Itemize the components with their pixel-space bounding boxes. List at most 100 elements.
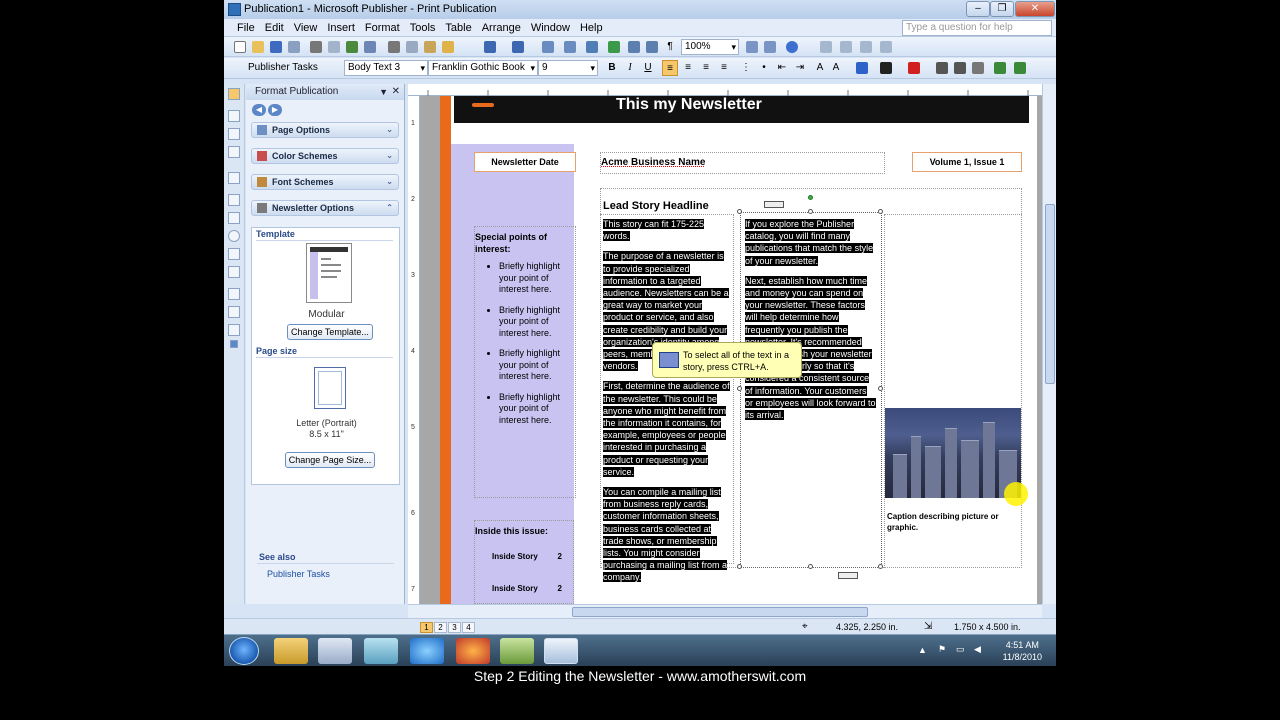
picture-tool-icon[interactable] [228,172,240,184]
business-name[interactable]: Acme Business Name [600,153,884,173]
hot-spot-tool-icon[interactable] [228,288,240,300]
story-column-1[interactable]: This story can fit 175-225 words. The pu… [603,218,733,592]
back-icon[interactable]: ◀ [252,104,266,116]
print-preview-icon[interactable] [328,41,340,53]
menu-insert[interactable]: Insert [322,19,360,37]
hyperlink-icon[interactable] [608,41,620,53]
minimize-button[interactable]: – [966,1,990,17]
firefox-icon[interactable] [456,638,490,664]
page-button-4[interactable]: 4 [462,622,475,633]
text-overflow-next-icon[interactable] [838,572,858,579]
shadow-style-icon[interactable] [994,62,1006,74]
newsletter-options-section[interactable]: Newsletter Options ⌃ [251,200,399,216]
table-tool-icon[interactable] [228,128,240,140]
flag-icon[interactable]: ⚑ [938,644,946,655]
dash-style-icon[interactable] [954,62,966,74]
align-icon[interactable] [860,41,872,53]
new-icon[interactable] [234,41,246,53]
clock[interactable]: 4:51 AM 11/8/2010 [1003,639,1042,663]
page-options-section[interactable]: Page Options ⌄ [251,122,399,138]
send-backward-icon[interactable] [564,41,576,53]
help-search-input[interactable]: Type a question for help [902,20,1052,36]
format-painter-icon[interactable] [442,41,454,53]
menu-tools[interactable]: Tools [405,19,441,37]
special-characters-icon[interactable]: ¶ [664,41,676,53]
align-left-button[interactable]: ≡ [662,60,678,76]
scroll-thumb[interactable] [1045,204,1055,384]
design-gallery-tool-icon[interactable] [228,324,240,336]
text-overflow-previous-icon[interactable] [764,201,784,208]
permission-icon[interactable] [288,41,300,53]
distribute-icon[interactable] [880,41,892,53]
ungroup-icon[interactable] [840,41,852,53]
open-icon[interactable] [252,41,264,53]
align-right-button[interactable]: ≡ [698,60,714,76]
menu-file[interactable]: File [232,19,260,37]
selection-handle[interactable] [878,209,883,214]
style-select[interactable]: Body Text 3 [344,60,428,76]
menu-table[interactable]: Table [440,19,476,37]
internet-explorer-icon[interactable] [410,638,444,664]
city-photo[interactable] [885,408,1021,498]
page-button-2[interactable]: 2 [434,622,447,633]
decrease-indent-button[interactable]: ⇤ [774,60,790,76]
menu-view[interactable]: View [289,19,323,37]
group-icon[interactable] [820,41,832,53]
oval-tool-icon[interactable] [228,230,240,242]
rectangle-tool-icon[interactable] [228,248,240,260]
paste-icon[interactable] [424,41,436,53]
redo-icon[interactable] [512,41,524,53]
numbering-button[interactable]: ⋮ [738,60,754,76]
page-button-1[interactable]: 1 [420,622,433,633]
line-color-icon[interactable] [880,62,892,74]
start-button[interactable] [229,637,259,665]
vertical-scrollbar[interactable] [1042,84,1056,604]
spelling-icon[interactable] [346,41,358,53]
page-size-thumbnail[interactable] [314,367,346,409]
bring-forward-icon[interactable] [542,41,554,53]
table-icon[interactable] [646,41,658,53]
help-icon[interactable] [786,41,798,53]
horizontal-ruler[interactable] [408,84,1042,96]
increase-indent-button[interactable]: ⇥ [792,60,808,76]
menu-format[interactable]: Format [360,19,405,37]
special-points-of-interest[interactable]: Special points of interest: Briefly high… [475,232,575,435]
zoom-select[interactable]: 100% [681,39,739,55]
volume-issue[interactable]: Volume 1, Issue 1 [912,152,1022,172]
app-icon[interactable] [364,638,398,664]
menu-help[interactable]: Help [575,19,608,37]
selection-handle[interactable] [808,209,813,214]
selection-handle[interactable] [878,386,883,391]
font-size-select[interactable]: 9 [538,60,598,76]
publisher-tasks-button[interactable]: Publisher Tasks [248,62,318,73]
table-row[interactable]: Inside Story 2 [492,584,562,593]
selection-handle[interactable] [808,564,813,569]
selection-handle[interactable] [737,564,742,569]
close-button[interactable]: ✕ [1015,1,1055,17]
zoom-in-icon[interactable] [764,41,776,53]
cut-icon[interactable] [388,41,400,53]
font-select[interactable]: Franklin Gothic Book [428,60,538,76]
form-control-tool-icon[interactable] [228,306,240,318]
3d-style-icon[interactable] [1014,62,1026,74]
network-icon[interactable]: ▭ [956,644,965,655]
volume-icon[interactable]: ◀ [974,644,981,655]
newsletter-title[interactable]: This my Newsletter [616,96,762,114]
align-center-button[interactable]: ≡ [680,60,696,76]
research-icon[interactable] [364,41,376,53]
maximize-button[interactable]: ❐ [990,1,1014,17]
show-hidden-icons-icon[interactable]: ▲ [918,645,927,655]
increase-font-button[interactable]: A [828,60,844,76]
select-tool-icon[interactable] [228,88,240,100]
wordart-tool-icon[interactable] [228,146,240,158]
menu-edit[interactable]: Edit [260,19,289,37]
notes-icon[interactable] [500,638,534,664]
inside-issue-heading[interactable]: Inside this issue: [475,526,548,536]
text-box-tool-icon[interactable] [228,110,240,122]
font-color-icon[interactable] [908,62,920,74]
color-schemes-section[interactable]: Color Schemes ⌄ [251,148,399,164]
vertical-ruler[interactable]: 1 2 3 4 5 6 7 [408,96,420,604]
change-template-button[interactable]: Change Template... [287,324,373,340]
lead-story-headline[interactable]: Lead Story Headline [603,200,709,212]
zoom-out-icon[interactable] [746,41,758,53]
